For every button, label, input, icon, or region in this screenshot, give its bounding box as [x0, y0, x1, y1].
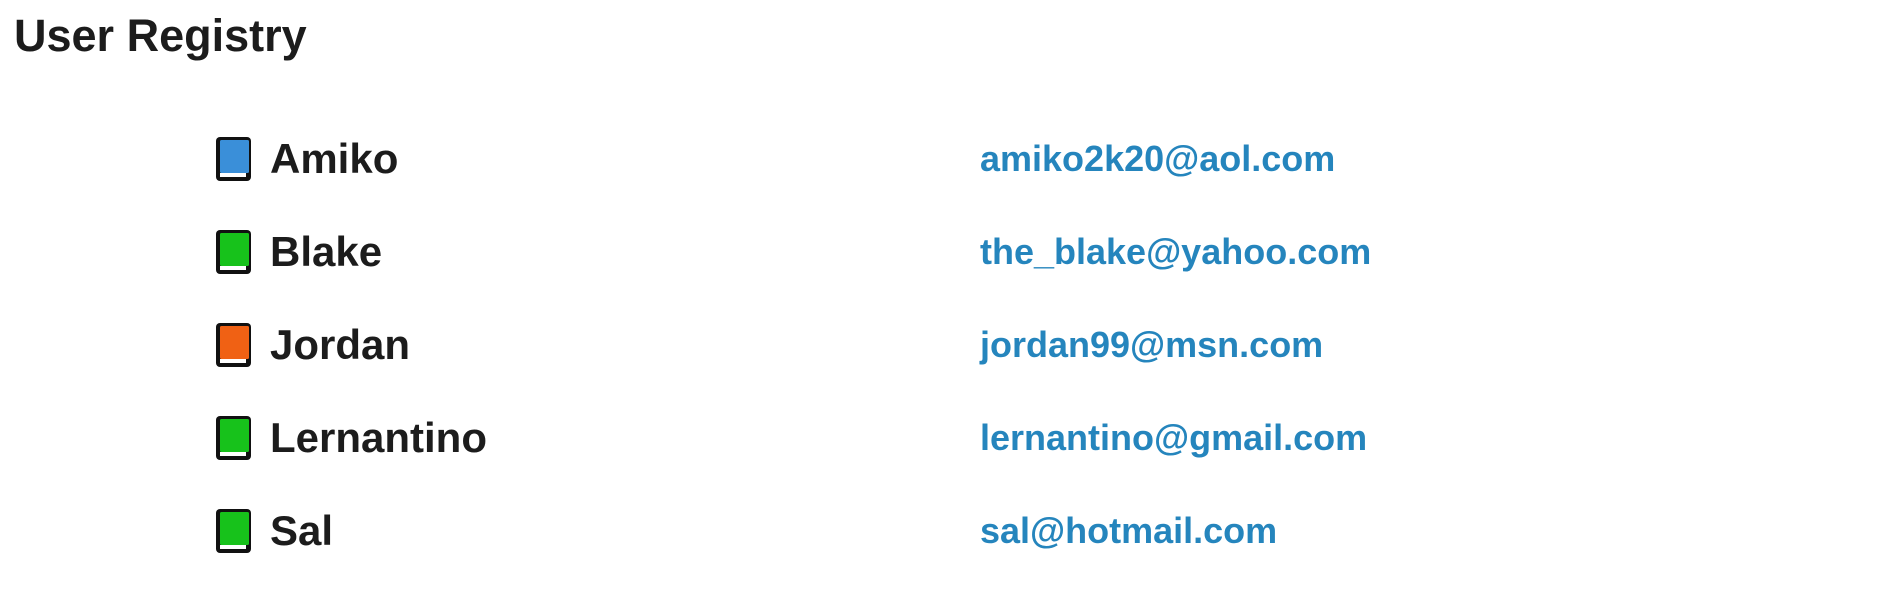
- user-name: Jordan: [270, 320, 411, 368]
- user-name-cell: Amiko: [214, 135, 980, 183]
- user-name: Lernantino: [270, 413, 487, 461]
- orange-book-icon: [214, 321, 254, 369]
- user-registry-list: Amiko amiko2k20@aol.com Blake the_blake@…: [214, 112, 1714, 577]
- user-name-cell: Lernantino: [214, 414, 980, 462]
- user-name: Sal: [270, 506, 334, 554]
- list-item: Blake the_blake@yahoo.com: [214, 205, 1714, 298]
- user-name: Blake: [270, 227, 383, 275]
- green-book-icon: [214, 228, 254, 276]
- user-email-link[interactable]: jordan99@msn.com: [980, 321, 1323, 369]
- user-name: Amiko: [270, 134, 399, 182]
- user-email-link[interactable]: the_blake@yahoo.com: [980, 228, 1371, 276]
- page-title: User Registry: [14, 10, 307, 61]
- user-name-cell: Jordan: [214, 321, 980, 369]
- list-item: Sal sal@hotmail.com: [214, 484, 1714, 577]
- list-item: Jordan jordan99@msn.com: [214, 298, 1714, 391]
- blue-book-icon: [214, 135, 254, 183]
- user-email-link[interactable]: lernantino@gmail.com: [980, 414, 1367, 462]
- user-name-cell: Blake: [214, 228, 980, 276]
- green-book-icon: [214, 414, 254, 462]
- user-name-cell: Sal: [214, 507, 980, 555]
- list-item: Lernantino lernantino@gmail.com: [214, 391, 1714, 484]
- user-email-link[interactable]: sal@hotmail.com: [980, 507, 1277, 555]
- list-item: Amiko amiko2k20@aol.com: [214, 112, 1714, 205]
- user-email-link[interactable]: amiko2k20@aol.com: [980, 135, 1335, 183]
- green-book-icon: [214, 507, 254, 555]
